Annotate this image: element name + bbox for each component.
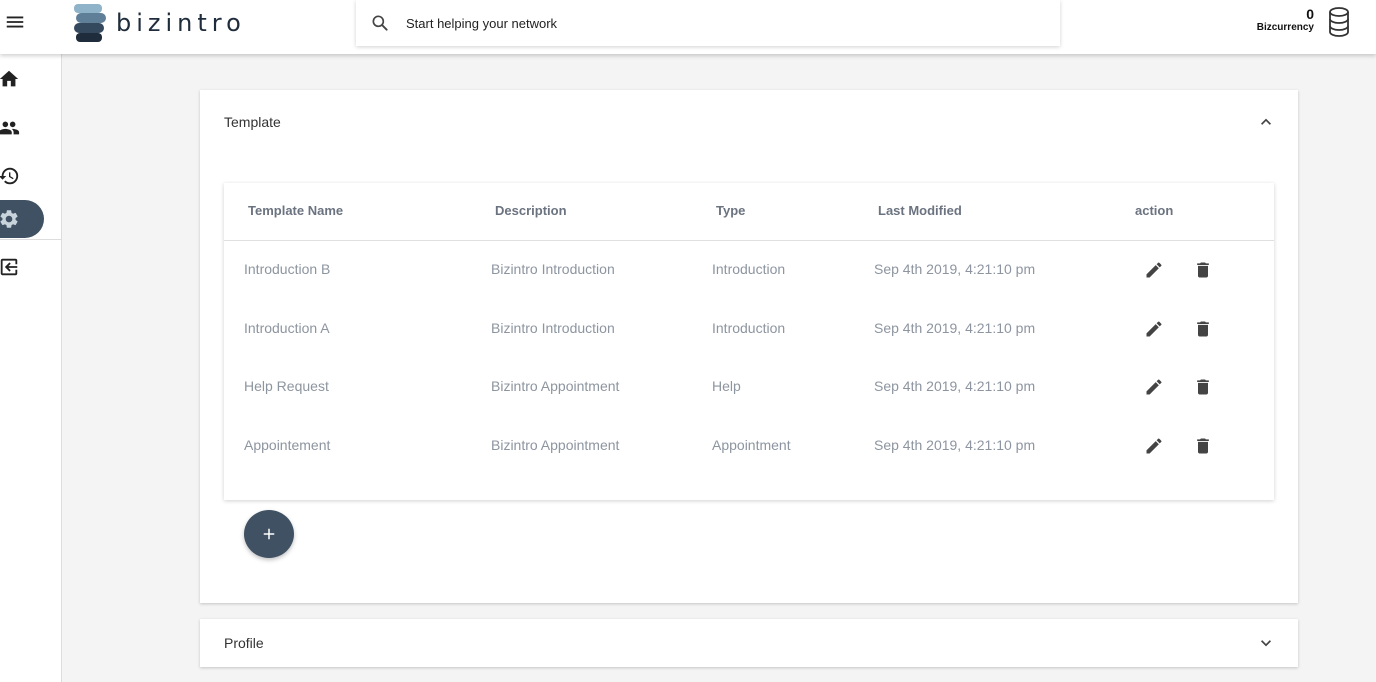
table-header: Template Name Description Type Last Modi… xyxy=(224,183,1274,241)
add-template-button[interactable] xyxy=(244,510,294,558)
profile-panel-title[interactable]: Profile xyxy=(224,635,264,651)
currency-value: 0 xyxy=(1306,6,1314,22)
column-header-last-modified: Last Modified xyxy=(878,203,962,218)
edit-icon[interactable] xyxy=(1144,260,1164,280)
delete-icon[interactable] xyxy=(1193,319,1213,339)
search-bar xyxy=(356,0,1060,46)
logout-icon xyxy=(0,258,18,276)
cell-template-name: Appointement xyxy=(244,437,331,453)
table-row: Help Request Bizintro Appointment Help S… xyxy=(224,358,1274,416)
cell-type: Introduction xyxy=(712,261,786,277)
table-row: Appointement Bizintro Appointment Appoin… xyxy=(224,417,1274,475)
people-icon xyxy=(0,121,20,135)
column-header-action: action xyxy=(1135,203,1174,218)
cell-type: Appointment xyxy=(712,437,791,453)
cell-template-name: Introduction A xyxy=(244,320,330,336)
table-row: Introduction A Bizintro Introduction Int… xyxy=(224,300,1274,358)
delete-icon[interactable] xyxy=(1193,260,1213,280)
cell-last-modified: Sep 4th 2019, 4:21:10 pm xyxy=(874,378,1036,394)
cell-description: Bizintro Introduction xyxy=(491,320,615,336)
template-table: Template Name Description Type Last Modi… xyxy=(224,183,1274,500)
logo-mark-icon xyxy=(74,4,106,42)
cell-last-modified: Sep 4th 2019, 4:21:10 pm xyxy=(874,320,1036,336)
history-icon xyxy=(0,167,19,185)
delete-icon[interactable] xyxy=(1193,377,1213,397)
sidebar-item-contacts[interactable] xyxy=(0,109,44,147)
cell-last-modified: Sep 4th 2019, 4:21:10 pm xyxy=(874,437,1036,453)
profile-panel[interactable]: Profile xyxy=(200,619,1298,667)
plus-icon xyxy=(263,528,275,540)
database-icon[interactable] xyxy=(1328,7,1350,37)
chevron-up-icon[interactable] xyxy=(1256,112,1276,132)
cell-type: Help xyxy=(712,378,741,394)
cell-template-name: Help Request xyxy=(244,378,329,394)
template-panel: Template Template Name Description Type … xyxy=(200,90,1298,603)
cell-last-modified: Sep 4th 2019, 4:21:10 pm xyxy=(874,261,1036,277)
chevron-down-icon[interactable] xyxy=(1256,633,1276,653)
template-panel-title[interactable]: Template xyxy=(224,114,281,130)
search-icon[interactable] xyxy=(370,13,390,33)
edit-icon[interactable] xyxy=(1144,319,1164,339)
hamburger-menu-icon[interactable] xyxy=(4,11,28,35)
cell-description: Bizintro Introduction xyxy=(491,261,615,277)
currency-label: Bizcurrency xyxy=(1256,22,1314,33)
cell-description: Bizintro Appointment xyxy=(491,437,620,453)
delete-icon[interactable] xyxy=(1193,436,1213,456)
top-bar: bizintro 0 Bizcurrency xyxy=(0,0,1376,54)
logo-text: bizintro xyxy=(116,9,246,37)
column-header-name: Template Name xyxy=(248,203,344,218)
bizcurrency-balance: 0 Bizcurrency xyxy=(1257,6,1314,34)
sidebar xyxy=(0,54,62,682)
column-header-description: Description xyxy=(495,203,567,218)
edit-icon[interactable] xyxy=(1144,377,1164,397)
cell-template-name: Introduction B xyxy=(244,261,331,277)
sidebar-item-settings[interactable] xyxy=(0,200,44,238)
table-row: Introduction B Bizintro Introduction Int… xyxy=(224,241,1274,299)
sidebar-item-home[interactable] xyxy=(0,60,44,98)
cell-type: Introduction xyxy=(712,320,786,336)
sidebar-item-logout[interactable] xyxy=(0,248,44,286)
column-header-type: Type xyxy=(716,203,746,218)
home-icon xyxy=(0,70,19,87)
edit-icon[interactable] xyxy=(1144,436,1164,456)
sidebar-item-history[interactable] xyxy=(0,157,44,195)
search-input[interactable] xyxy=(406,15,1006,31)
cell-description: Bizintro Appointment xyxy=(491,378,620,394)
settings-icon xyxy=(0,210,18,228)
sidebar-divider xyxy=(0,239,62,240)
logo[interactable]: bizintro xyxy=(72,2,246,44)
